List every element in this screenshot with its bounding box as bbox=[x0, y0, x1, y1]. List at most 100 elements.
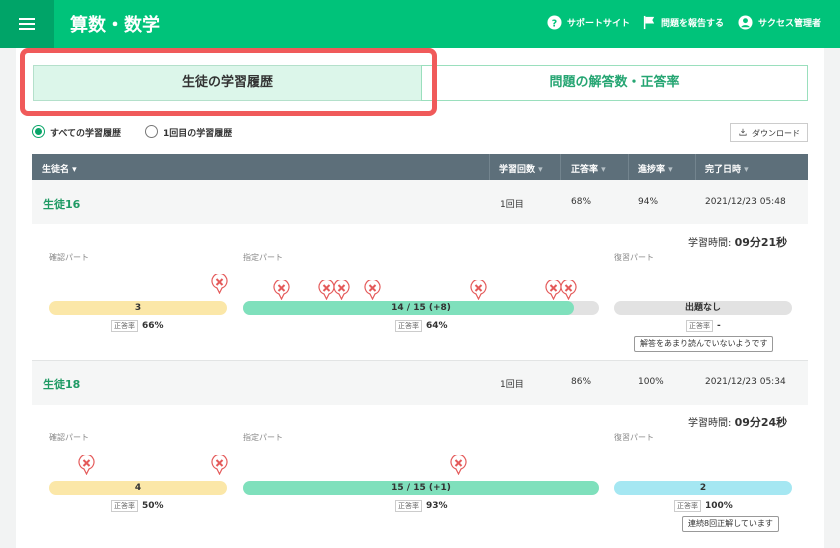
wrong-answer-icon bbox=[273, 280, 290, 300]
student-name[interactable]: 生徒18 bbox=[43, 376, 80, 392]
col-accuracy-label: 正答率 bbox=[571, 165, 599, 175]
assigned-bar-label: 14 / 15 (+8) bbox=[391, 303, 451, 313]
study-time: 学習時間: 09分24秒 bbox=[688, 414, 787, 430]
review-bar-label: 2 bbox=[699, 483, 707, 493]
study-count: 1回目 bbox=[500, 200, 524, 210]
col-divider bbox=[560, 154, 561, 180]
review-rate: 正答率 100% bbox=[674, 500, 733, 512]
accuracy-value: 68% bbox=[571, 197, 592, 207]
accuracy-value: 86% bbox=[571, 377, 592, 387]
col-count[interactable]: 学習回数 ▾ bbox=[499, 162, 543, 175]
menu-icon-line bbox=[19, 23, 35, 25]
study-time-label: 学習時間: bbox=[688, 418, 732, 429]
review-rate-value: 100% bbox=[705, 501, 733, 511]
review-rate: 正答率 - bbox=[686, 320, 721, 332]
highlight-annotation bbox=[20, 48, 437, 116]
wrong-answer-icon bbox=[560, 280, 577, 300]
study-time-value: 09分21秒 bbox=[734, 236, 788, 249]
col-student-name[interactable]: 生徒名 ▾ bbox=[42, 162, 77, 175]
rate-tag: 正答率 bbox=[395, 320, 422, 332]
user-name[interactable]: サクセス管理者 bbox=[758, 16, 821, 29]
section-label-review: 復習パート bbox=[614, 433, 654, 442]
confirm-rate-value: 66% bbox=[142, 321, 164, 331]
radio-all-history[interactable] bbox=[32, 125, 45, 138]
feedback-note: 解答をあまり読んでいないようです bbox=[634, 336, 774, 352]
rate-tag: 正答率 bbox=[686, 320, 713, 332]
progress-value: 94% bbox=[638, 197, 659, 207]
progress-value: 100% bbox=[638, 377, 664, 387]
confirm-progress-bar: 3 bbox=[49, 301, 227, 315]
user-icon[interactable] bbox=[738, 15, 753, 30]
report-problem-link[interactable]: 問題を報告する bbox=[661, 16, 724, 29]
study-time-value: 09分24秒 bbox=[734, 416, 788, 429]
section-label-assigned: 指定パート bbox=[243, 433, 283, 442]
menu-icon-line bbox=[19, 28, 35, 30]
confirm-progress-bar: 4 bbox=[49, 481, 227, 495]
download-label: ダウンロード bbox=[752, 129, 800, 138]
rate-tag: 正答率 bbox=[111, 320, 138, 332]
rate-tag: 正答率 bbox=[111, 500, 138, 512]
review-rate-value: - bbox=[717, 321, 721, 331]
table-row[interactable] bbox=[32, 361, 808, 405]
assigned-bar-label: 15 / 15 (+1) bbox=[391, 483, 451, 493]
svg-text:?: ? bbox=[552, 18, 557, 29]
wrong-answer-icon bbox=[78, 455, 95, 475]
completed-datetime: 2021/12/23 05:48 bbox=[705, 197, 786, 207]
download-icon bbox=[739, 128, 747, 136]
col-divider bbox=[695, 154, 696, 180]
app-title: 算数・数学 bbox=[70, 15, 160, 36]
radio-first-history-label[interactable]: 1回目の学習履歴 bbox=[163, 126, 232, 139]
wrong-answer-icon bbox=[211, 455, 228, 475]
col-completed[interactable]: 完了日時 ▾ bbox=[705, 162, 749, 175]
feedback-note: 連続8回正解しています bbox=[682, 516, 779, 532]
tab-answer-stats[interactable]: 問題の解答数・正答率 bbox=[421, 65, 808, 101]
section-label-confirm: 確認パート bbox=[49, 253, 89, 262]
table-header: 生徒名 ▾ 学習回数 ▾ 正答率 ▾ 進捗率 ▾ 完了日時 ▾ bbox=[32, 154, 808, 180]
confirm-rate: 正答率 66% bbox=[111, 320, 164, 332]
wrong-answer-icon bbox=[211, 274, 228, 294]
col-accuracy[interactable]: 正答率 ▾ bbox=[571, 162, 606, 175]
radio-first-history[interactable] bbox=[145, 125, 158, 138]
confirm-bar-label: 4 bbox=[134, 483, 142, 493]
col-student-name-label: 生徒名 bbox=[42, 165, 70, 175]
confirm-bar-label: 3 bbox=[134, 303, 142, 313]
confirm-rate: 正答率 50% bbox=[111, 500, 164, 512]
col-count-label: 学習回数 bbox=[499, 165, 536, 175]
wrong-answer-icon bbox=[333, 280, 350, 300]
rate-tag: 正答率 bbox=[395, 500, 422, 512]
confirm-rate-value: 50% bbox=[142, 501, 164, 511]
flag-icon[interactable] bbox=[642, 15, 657, 30]
section-label-review: 復習パート bbox=[614, 253, 654, 262]
review-progress-bar: 2 bbox=[614, 481, 792, 495]
hamburger-menu-button[interactable] bbox=[0, 0, 54, 48]
col-progress-label: 進捗率 bbox=[638, 165, 666, 175]
top-bar: 算数・数学 ? サポートサイト 問題を報告する サクセス管理者 bbox=[0, 0, 840, 48]
student-name[interactable]: 生徒16 bbox=[43, 196, 80, 212]
section-label-confirm: 確認パート bbox=[49, 433, 89, 442]
table-row[interactable] bbox=[32, 180, 808, 224]
col-divider bbox=[628, 154, 629, 180]
study-time: 学習時間: 09分21秒 bbox=[688, 234, 787, 250]
study-count: 1回目 bbox=[500, 380, 524, 390]
review-bar-label: 出題なし bbox=[684, 303, 721, 313]
study-time-label: 学習時間: bbox=[688, 238, 732, 249]
assigned-progress-bar: 15 / 15 (+1) bbox=[243, 481, 599, 495]
col-completed-label: 完了日時 bbox=[705, 165, 742, 175]
col-progress[interactable]: 進捗率 ▾ bbox=[638, 162, 673, 175]
menu-icon bbox=[19, 18, 35, 20]
download-button[interactable]: ダウンロード bbox=[730, 123, 808, 142]
review-progress-bar: 出題なし bbox=[614, 301, 792, 315]
assigned-rate: 正答率 64% bbox=[395, 320, 448, 332]
wrong-answer-icon bbox=[450, 455, 467, 475]
main-panel bbox=[16, 48, 824, 548]
assigned-rate-value: 64% bbox=[426, 321, 448, 331]
support-site-link[interactable]: サポートサイト bbox=[567, 16, 630, 29]
assigned-rate: 正答率 93% bbox=[395, 500, 448, 512]
radio-all-history-label[interactable]: すべての学習履歴 bbox=[50, 126, 121, 139]
section-label-assigned: 指定パート bbox=[243, 253, 283, 262]
col-divider bbox=[489, 154, 490, 180]
wrong-answer-icon bbox=[364, 280, 381, 300]
rate-tag: 正答率 bbox=[674, 500, 701, 512]
wrong-answer-icon bbox=[470, 280, 487, 300]
help-icon[interactable]: ? bbox=[547, 15, 562, 30]
